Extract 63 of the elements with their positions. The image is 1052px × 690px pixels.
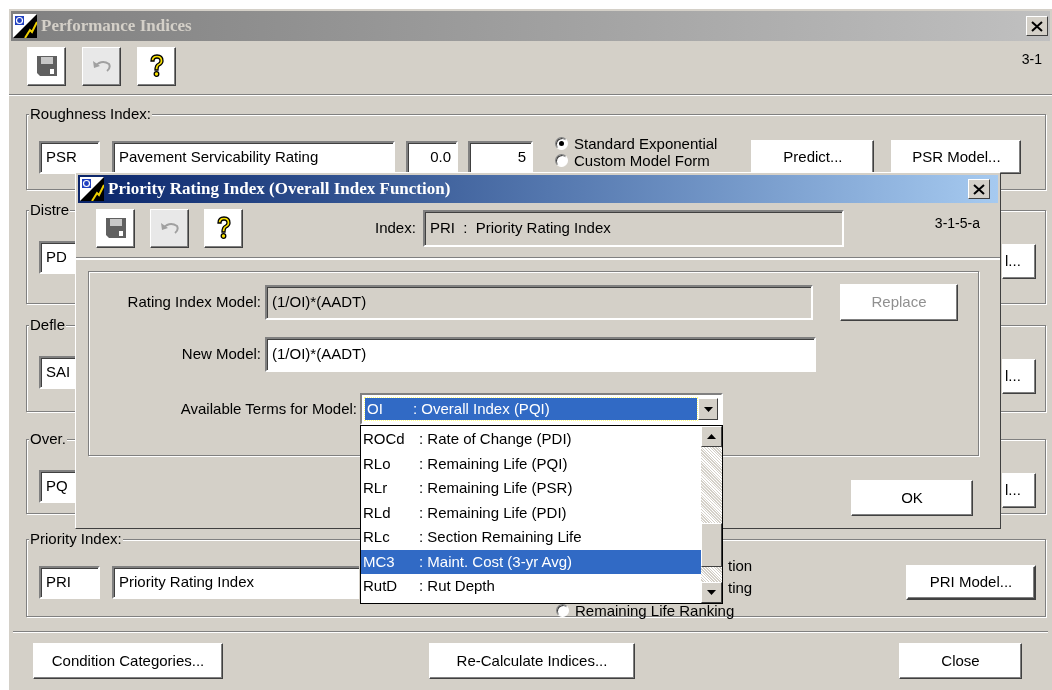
save-button[interactable]: [27, 46, 66, 86]
save-button[interactable]: [96, 208, 135, 248]
caret-icon: [703, 406, 713, 412]
model-button[interactable]: PSR Model...: [891, 140, 1022, 174]
help-icon: [148, 54, 165, 78]
footer-button[interactable]: Close: [899, 643, 1022, 679]
index-label: Index:: [375, 219, 416, 237]
group-label: Roughness Index:: [29, 105, 152, 123]
field-label: Rating Index Model:: [126, 292, 261, 313]
code-field[interactable]: PRI: [39, 566, 100, 599]
list-item[interactable]: MC3 : Maint. Cost (3-yr Avg): [361, 549, 701, 574]
close-icon: [973, 183, 985, 195]
undo-icon: [90, 58, 113, 74]
close-icon: [1031, 20, 1043, 32]
help-icon: [215, 216, 232, 240]
radio-button[interactable]: [556, 604, 569, 617]
save-icon: [104, 217, 127, 239]
radio-label: Remaining Life Ranking: [575, 602, 735, 619]
model-input-field[interactable]: (1/OI)*(AADT): [265, 337, 816, 372]
radio-label: Custom Model Form: [574, 152, 710, 169]
model-button[interactable]: l...: [1002, 244, 1036, 279]
radio-label: ting: [728, 579, 753, 597]
help-button[interactable]: [137, 46, 176, 86]
term-code: OI: [366, 398, 384, 419]
field-label: New Model:: [180, 344, 261, 365]
min-field[interactable]: 0.0: [406, 140, 458, 174]
model-button[interactable]: l...: [1002, 359, 1036, 394]
radio-button[interactable]: [555, 154, 568, 167]
max-field[interactable]: 5: [468, 140, 533, 174]
close-button[interactable]: [968, 179, 990, 199]
scroll-down-icon: [707, 590, 716, 595]
radio-label: Standard Exponential: [574, 135, 718, 152]
predict-button[interactable]: Predict...: [751, 140, 875, 174]
undo-icon: [158, 220, 181, 236]
save-icon: [35, 55, 58, 77]
footer-button[interactable]: Re-Calculate Indices...: [429, 643, 635, 679]
terms-dropdown[interactable]: OI : Overall Index (PQI): [360, 393, 723, 425]
scroll-bar[interactable]: [701, 426, 722, 603]
index-field: PRI : Priority Rating Index: [422, 209, 844, 247]
field-label: Available Terms for Model:: [179, 398, 357, 419]
group-label: Priority Index:: [29, 530, 123, 548]
scroll-up-icon: [707, 434, 716, 439]
ok-button[interactable]: OK: [851, 480, 973, 516]
name-field[interactable]: Priority Rating Index: [112, 566, 359, 599]
window-title: Performance Indices: [41, 15, 193, 38]
dropdown-menu[interactable]: ROCd : Rate of Change (PDI) RLo : Remaining Life (PQI) RLr : Remaining Life (PSR) RLd : Remaining Life (PDI) RLc : Section Remaining Life MC3 : Maint. Cost (3-yr Avg) RutD : Rut Depth: [360, 425, 723, 604]
term-description: : Overall Index (PQI): [413, 398, 550, 419]
app-logo-icon: [13, 14, 37, 38]
name-field[interactable]: Pavement Servicability Rating: [112, 140, 395, 174]
model-button[interactable]: PRI Model...: [906, 565, 1036, 600]
app-logo-icon: [80, 177, 104, 201]
help-button[interactable]: [204, 208, 243, 248]
dropdown-button[interactable]: [698, 398, 718, 420]
radio-label: tion: [728, 557, 753, 575]
screen-id: 3-1-5-a: [934, 214, 980, 233]
screen-id: 3-1: [1021, 50, 1042, 69]
code-field[interactable]: PSR: [39, 140, 100, 174]
dialog-title: Priority Rating Index (Overall Index Function): [108, 178, 452, 201]
radio-button[interactable]: [555, 137, 568, 150]
model-button[interactable]: l...: [1002, 473, 1036, 508]
close-button[interactable]: [1026, 16, 1048, 36]
model-field: (1/OI)*(AADT): [265, 285, 813, 320]
footer-button[interactable]: Condition Categories...: [33, 643, 223, 679]
